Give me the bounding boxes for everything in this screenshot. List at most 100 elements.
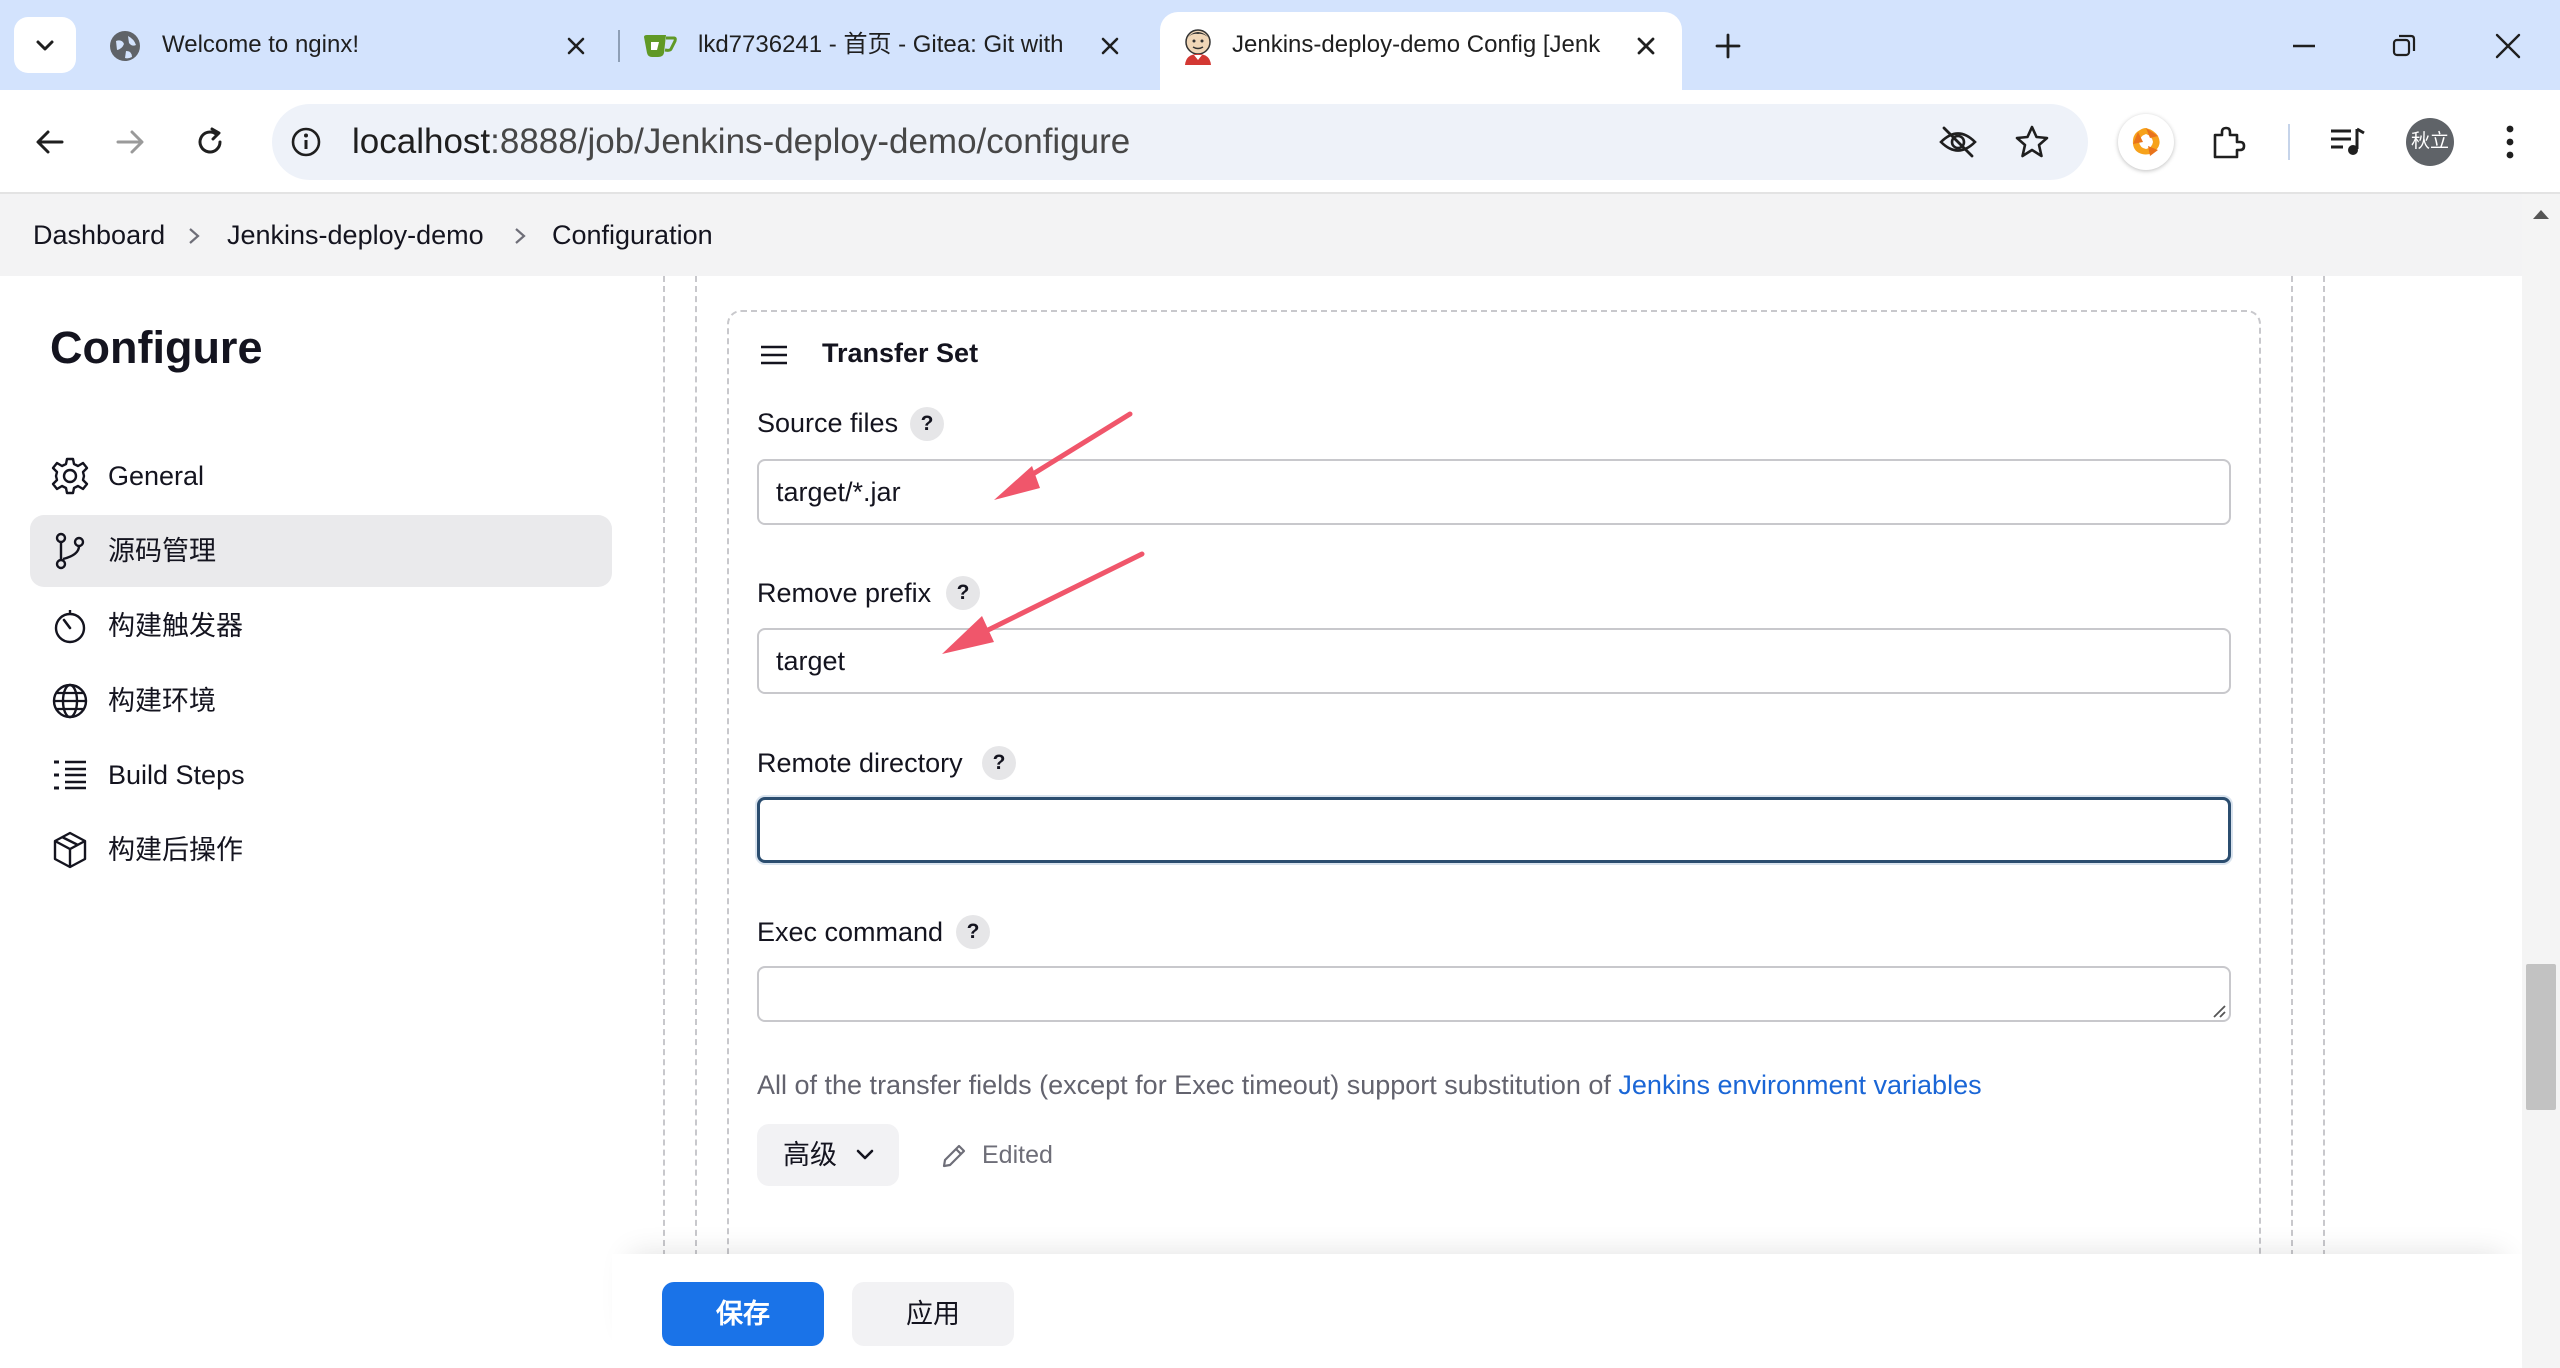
chevron-down-icon [36, 40, 54, 51]
kebab-icon [2506, 125, 2514, 159]
eye-off-icon [1939, 126, 1977, 158]
sidebar-item-general[interactable]: General [30, 440, 612, 512]
globe-icon [110, 31, 140, 61]
advanced-label: 高级 [783, 1140, 837, 1170]
forward-button[interactable] [106, 118, 154, 166]
toolbar-divider [2288, 124, 2290, 160]
extension-orange-icon [2132, 128, 2160, 156]
chevron-right-icon [515, 228, 526, 244]
bookmark-button[interactable] [2010, 120, 2054, 164]
restore-button[interactable] [2380, 22, 2428, 70]
edited-indicator: Edited [982, 1141, 1053, 1169]
remote-directory-label: Remote directory [757, 748, 963, 778]
site-info-button[interactable] [286, 122, 326, 162]
sidebar-item-build-steps[interactable]: Build Steps [30, 739, 612, 811]
sidebar-item-label: 构建触发器 [108, 611, 243, 641]
close-tab-button[interactable] [1090, 26, 1130, 66]
tab-title: Welcome to nginx! [162, 31, 359, 58]
substitution-hint: All of the transfer fields (except for E… [757, 1070, 1982, 1101]
restore-icon [2392, 34, 2416, 57]
breadcrumb-configuration[interactable]: Configuration [552, 194, 713, 276]
exec-command-label: Exec command [757, 917, 944, 947]
site-info-icon [291, 127, 321, 157]
sidebar-item-label: 构建环境 [108, 686, 216, 716]
globe-icon [52, 683, 88, 719]
sidebar-item-scm[interactable]: 源码管理 [30, 515, 612, 587]
new-tab-button[interactable] [1706, 24, 1750, 68]
page-title: Configure [50, 322, 263, 373]
sidebar-item-build-triggers[interactable]: 构建触发器 [30, 590, 612, 662]
timer-icon [54, 610, 86, 644]
close-tab-button[interactable] [556, 26, 596, 66]
tab-search-button[interactable] [14, 17, 76, 73]
source-files-help[interactable]: ? [910, 407, 944, 441]
scrollbar-thumb[interactable] [2526, 964, 2556, 1110]
sidebar-item-build-environment[interactable]: 构建环境 [30, 665, 612, 737]
reload-button[interactable] [186, 118, 234, 166]
close-tab-button[interactable] [1626, 26, 1666, 66]
back-icon [36, 130, 64, 154]
transfer-set-title: Transfer Set [822, 338, 979, 368]
exec-command-help[interactable]: ? [956, 915, 990, 949]
sidebar-item-post-build[interactable]: 构建后操作 [30, 814, 612, 886]
advanced-button[interactable]: 高级 [757, 1124, 899, 1186]
page-scrollbar[interactable] [2522, 194, 2560, 1368]
close-icon [1637, 37, 1655, 55]
remove-prefix-label: Remove prefix [757, 578, 932, 608]
drag-handle-icon[interactable] [760, 344, 788, 366]
media-control-button[interactable] [2324, 118, 2372, 166]
url-text[interactable]: localhost:8888/job/Jenkins-deploy-demo/c… [352, 104, 1130, 180]
puzzle-icon [2213, 126, 2246, 159]
url-path: :8888/job/Jenkins-deploy-demo/configure [490, 122, 1131, 161]
extension-button[interactable] [2118, 114, 2174, 170]
annotation-arrow [994, 411, 1133, 500]
hint-text: All of the transfer fields (except for E… [757, 1070, 1619, 1100]
env-vars-link[interactable]: Jenkins environment variables [1618, 1070, 1981, 1100]
annotation-arrow [942, 551, 1145, 654]
remote-directory-input[interactable] [757, 797, 2231, 863]
window-close-icon [2495, 33, 2521, 59]
back-button[interactable] [26, 118, 74, 166]
sidebar-item-label: 源码管理 [108, 536, 216, 566]
apply-button[interactable]: 应用 [852, 1282, 1014, 1346]
reload-icon [198, 127, 222, 154]
chevron-right-icon [189, 228, 200, 244]
window-close-button[interactable] [2484, 22, 2532, 70]
pencil-icon [942, 1144, 966, 1168]
minimize-icon [2293, 44, 2315, 48]
package-icon [53, 831, 87, 869]
resize-grip-icon[interactable] [2210, 1002, 2226, 1018]
exec-command-textarea[interactable] [757, 966, 2231, 1022]
sidebar-item-label: 构建后操作 [108, 835, 243, 865]
breadcrumb-job[interactable]: Jenkins-deploy-demo [227, 194, 484, 276]
browser-menu-button[interactable] [2488, 118, 2532, 166]
gitea-icon [644, 35, 677, 57]
tab-nginx[interactable]: Welcome to nginx! [90, 12, 610, 90]
tab-gitea[interactable]: lkd7736241 - 首页 - Gitea: Git with [626, 12, 1156, 90]
transfer-set-panel [727, 310, 2261, 1270]
source-files-input[interactable] [757, 459, 2231, 525]
minimize-button[interactable] [2280, 22, 2328, 70]
gear-icon [51, 457, 89, 495]
jenkins-icon [1185, 29, 1211, 65]
scroll-up-icon[interactable] [2530, 206, 2552, 222]
profile-avatar[interactable]: 秋立 [2406, 118, 2454, 166]
remote-directory-help[interactable]: ? [982, 746, 1016, 780]
sidebar-item-label: General [108, 461, 205, 491]
star-icon [2015, 125, 2049, 158]
tracking-protection-button[interactable] [1936, 120, 1980, 164]
source-files-label: Source files [757, 408, 899, 438]
forward-icon [116, 130, 144, 154]
tab-jenkins-config[interactable]: Jenkins-deploy-demo Config [Jenk [1160, 12, 1682, 90]
save-button[interactable]: 保存 [662, 1282, 824, 1346]
url-host: localhost [352, 122, 491, 161]
browser-toolbar: localhost:8888/job/Jenkins-deploy-demo/c… [0, 90, 2560, 194]
new-tab-icon [1715, 33, 1741, 59]
close-icon [1101, 37, 1119, 55]
close-icon [567, 37, 585, 55]
tab-divider [618, 30, 620, 62]
tab-title: lkd7736241 - 首页 - Gitea: Git with [698, 31, 1064, 58]
tab-title: Jenkins-deploy-demo Config [Jenk [1232, 31, 1601, 58]
extensions-menu-button[interactable] [2204, 118, 2252, 166]
breadcrumb-dashboard[interactable]: Dashboard [33, 194, 165, 276]
